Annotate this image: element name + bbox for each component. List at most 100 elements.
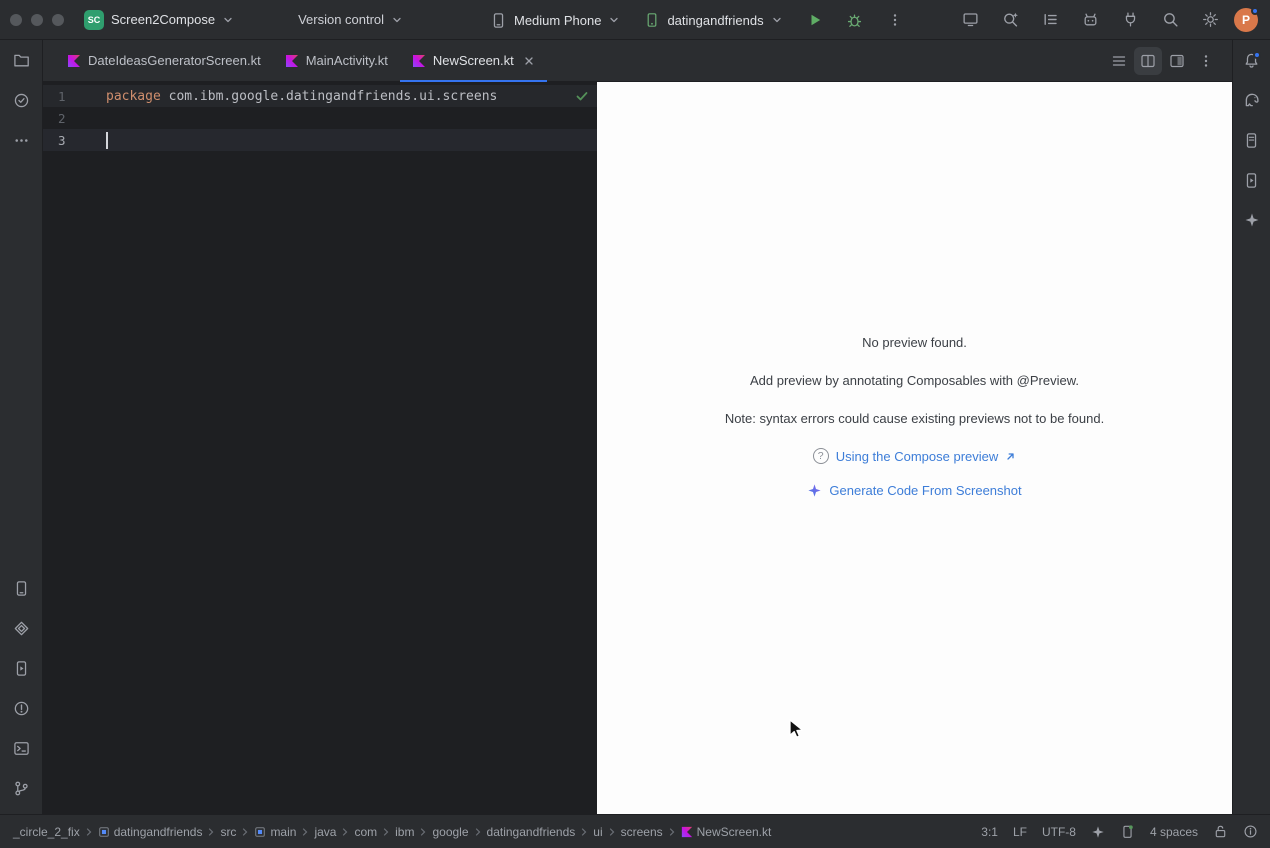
run-configuration-selector[interactable]: datingandfriends (636, 7, 790, 33)
device-selector-label: Medium Phone (514, 13, 601, 28)
breadcrumb-item[interactable]: com (353, 823, 378, 841)
breadcrumb-item[interactable]: google (431, 823, 469, 841)
screen-frame-icon (962, 11, 979, 28)
debug-button[interactable] (839, 5, 871, 35)
commit-tool-button[interactable] (3, 80, 39, 120)
tab-dateideasgeneratorscreen[interactable]: DateIdeasGeneratorScreen.kt (55, 40, 273, 81)
editor-tab-bar: DateIdeasGeneratorScreen.kt MainActivity… (43, 40, 1232, 82)
chevron-down-icon (222, 14, 234, 26)
gradle-icon (1243, 91, 1261, 109)
tab-close-icon[interactable] (523, 55, 535, 67)
kotlin-file-icon (412, 54, 426, 68)
breadcrumb-item[interactable]: src (219, 823, 237, 841)
split-content: 1 package com.ibm.google.datingandfriend… (43, 82, 1232, 814)
version-control-menu[interactable]: Version control (290, 7, 411, 32)
user-avatar[interactable]: P (1234, 8, 1258, 32)
tab-newscreen[interactable]: NewScreen.kt (400, 40, 547, 81)
emulator-tool-button[interactable] (1234, 160, 1270, 200)
breadcrumb-item[interactable]: java (313, 823, 337, 841)
window-zoom-button[interactable] (52, 14, 64, 26)
code-line[interactable]: 2 (43, 107, 597, 129)
code-line[interactable]: 1 package com.ibm.google.datingandfriend… (43, 85, 597, 107)
design-view-button[interactable] (1163, 47, 1191, 75)
problems-icon (13, 700, 30, 717)
run-button[interactable] (799, 5, 831, 35)
caret-position-widget[interactable]: 3:1 (981, 825, 998, 839)
breadcrumb-item[interactable]: _circle_2_fix (12, 823, 81, 841)
terminal-tool-button[interactable] (3, 728, 39, 768)
preview-hint: Add preview by annotating Composables wi… (750, 372, 1079, 390)
version-control-tool-button[interactable] (3, 768, 39, 808)
run-configuration-label: datingandfriends (667, 13, 763, 28)
breadcrumb-item[interactable]: ibm (394, 823, 415, 841)
compose-preview-help-link[interactable]: ? Using the Compose preview (813, 448, 1017, 464)
notifications-bell-icon (1243, 52, 1260, 69)
gemini-tool-button[interactable] (1234, 200, 1270, 240)
line-separator-widget[interactable]: LF (1013, 825, 1027, 839)
code-view-button[interactable] (1105, 47, 1133, 75)
device-mirroring-button[interactable] (1114, 5, 1146, 35)
chevron-right-icon (240, 827, 250, 837)
more-tool-windows-button[interactable] (3, 120, 39, 160)
split-view-button[interactable] (1134, 47, 1162, 75)
code-editor[interactable]: 1 package com.ibm.google.datingandfriend… (43, 82, 597, 814)
tab-label: MainActivity.kt (306, 53, 388, 68)
lock-open-icon[interactable] (1213, 824, 1228, 839)
inspections-ok-icon[interactable] (575, 89, 589, 103)
project-name: Screen2Compose (111, 12, 215, 27)
statusbar-widgets: 3:1 LF UTF-8 4 spaces (969, 824, 1258, 839)
project-selector[interactable]: SC Screen2Compose (76, 5, 242, 35)
question-icon: ? (813, 448, 829, 464)
version-control-label: Version control (298, 12, 384, 27)
resource-manager-tool-button[interactable] (3, 608, 39, 648)
ai-status-sparkle-icon[interactable] (1091, 825, 1105, 839)
breadcrumb-item[interactable]: datingandfriends (97, 823, 204, 841)
encoding-widget[interactable]: UTF-8 (1042, 825, 1076, 839)
run-more-options-button[interactable] (879, 5, 911, 35)
gradle-tool-button[interactable] (1234, 80, 1270, 120)
breadcrumb-item[interactable]: screens (620, 823, 664, 841)
problems-tool-button[interactable] (3, 688, 39, 728)
studio-bot-button[interactable] (1074, 5, 1106, 35)
run-toolbar: Medium Phone datingandfriends (482, 0, 911, 40)
device-status-icon[interactable] (1120, 824, 1135, 839)
ai-search-button[interactable] (994, 5, 1026, 35)
window-minimize-button[interactable] (31, 14, 43, 26)
breadcrumb-item[interactable]: main (253, 823, 297, 841)
project-tool-button[interactable] (3, 40, 39, 80)
notifications-button[interactable] (1234, 40, 1270, 80)
window-controls (0, 14, 76, 26)
chevron-right-icon (300, 827, 310, 837)
line-number[interactable]: 1 (43, 89, 106, 104)
kotlin-file-icon (681, 826, 693, 838)
external-link-icon (1005, 451, 1016, 462)
gemini-sparkle-icon (807, 483, 822, 498)
indent-widget[interactable]: 4 spaces (1150, 825, 1198, 839)
code-list-icon (1111, 53, 1127, 69)
android-studio-window: SC Screen2Compose Version control Medium… (0, 0, 1270, 848)
layout-inspector-button[interactable] (954, 5, 986, 35)
chevron-right-icon (340, 827, 350, 837)
breadcrumb-item-file[interactable]: NewScreen.kt (680, 823, 773, 841)
settings-button[interactable] (1194, 5, 1226, 35)
code-line-current[interactable]: 3 (43, 129, 597, 151)
device-manager-tool-button[interactable] (3, 568, 39, 608)
module-icon (254, 826, 266, 838)
tab-mainactivity[interactable]: MainActivity.kt (273, 40, 400, 81)
running-devices-tool-button[interactable] (3, 648, 39, 688)
breadcrumb-item[interactable]: ui (592, 823, 603, 841)
device-selector[interactable]: Medium Phone (482, 7, 628, 34)
editor-options-button[interactable] (1192, 47, 1220, 75)
breadcrumb-item[interactable]: datingandfriends (486, 823, 577, 841)
build-variants-button[interactable] (1034, 5, 1066, 35)
info-icon[interactable] (1243, 824, 1258, 839)
search-everywhere-button[interactable] (1154, 5, 1186, 35)
chevron-right-icon (473, 827, 483, 837)
line-number[interactable]: 2 (43, 111, 106, 126)
robot-head-icon (1082, 11, 1099, 28)
line-number[interactable]: 3 (43, 133, 106, 148)
window-close-button[interactable] (10, 14, 22, 26)
chevron-right-icon (579, 827, 589, 837)
generate-code-link[interactable]: Generate Code From Screenshot (807, 483, 1021, 498)
device-explorer-button[interactable] (1234, 120, 1270, 160)
